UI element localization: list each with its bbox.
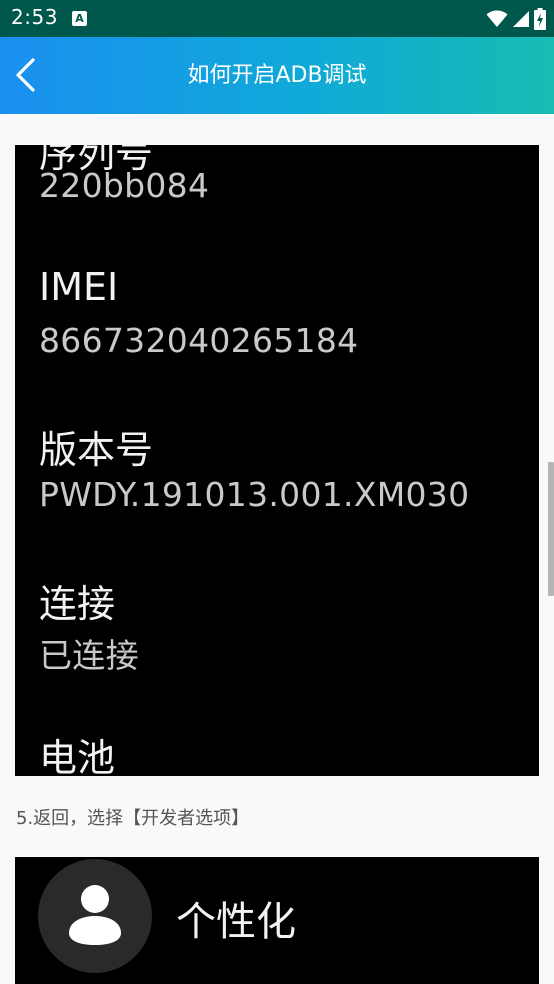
connection-value: 已连接: [39, 636, 139, 675]
app-bar: 如何开启ADB调试: [0, 37, 554, 114]
scrollbar[interactable]: [548, 462, 554, 596]
back-button[interactable]: [6, 55, 46, 95]
status-icons: [486, 7, 546, 31]
status-time: 2:53: [11, 5, 58, 29]
imei-value: 866732040265184: [39, 321, 359, 360]
version-value: PWDY.191013.001.XM030: [39, 475, 470, 514]
battery-charging-icon: [534, 8, 546, 30]
personalize-label: 个性化: [176, 899, 296, 945]
screenshot-settings: 个性化: [15, 857, 539, 984]
signal-icon: [513, 11, 529, 27]
version-label: 版本号: [39, 428, 154, 472]
serial-number-value: 220bb084: [39, 166, 210, 205]
person-icon: [69, 885, 121, 945]
avatar: [38, 859, 152, 973]
connection-label: 连接: [39, 582, 116, 626]
status-bar: 2:53 A: [0, 0, 554, 37]
a-icon: A: [72, 11, 87, 26]
screenshot-device-info: 序列号 220bb084 IMEI 866732040265184 版本号 PW…: [15, 145, 539, 776]
page-title: 如何开启ADB调试: [187, 63, 367, 88]
wifi-icon: [486, 10, 508, 27]
back-arrow-icon: [16, 58, 35, 92]
battery-label: 电池: [39, 736, 116, 776]
step-5-text: 5.返回，选择【开发者选项】: [16, 808, 250, 829]
content-area[interactable]: 序列号 220bb084 IMEI 866732040265184 版本号 PW…: [0, 114, 554, 984]
imei-label: IMEI: [39, 265, 119, 309]
